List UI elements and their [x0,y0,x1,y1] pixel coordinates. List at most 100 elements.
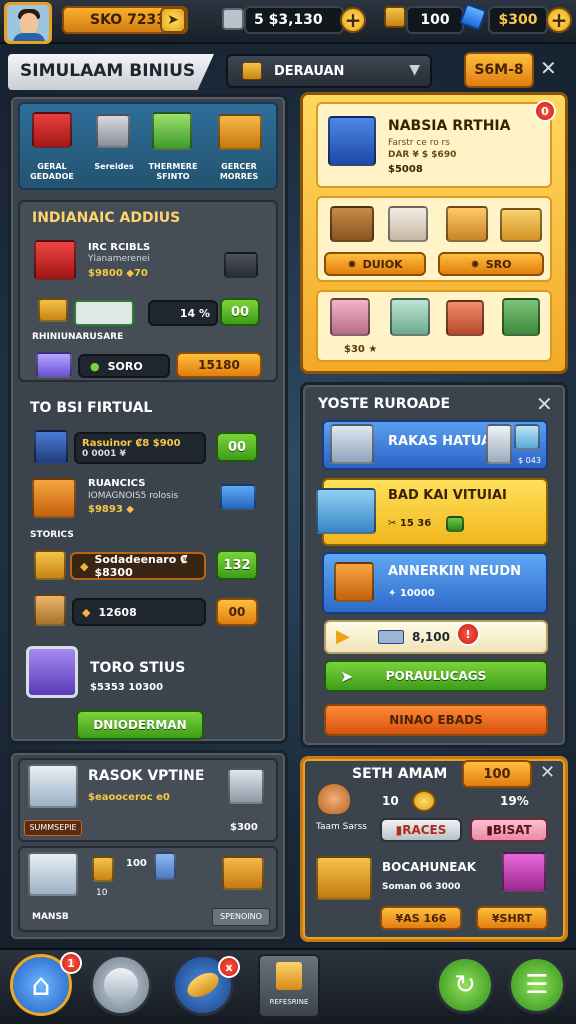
percent-value: 14 % [179,306,210,320]
card1-label: SUMMSEPIE [24,820,82,836]
alert-icon: ! [465,627,471,641]
cash-bundle-icon [74,300,134,326]
scanner-machine-icon [316,488,376,534]
offer-button-2[interactable]: ✸ SRO [438,252,544,276]
pink-chest-icon [502,852,546,892]
row1-button[interactable]: 00 [216,432,258,462]
currency-pill-2: 100 [406,6,464,34]
currency-arrow-icon[interactable]: ➤ [160,7,186,33]
seth-btn-a[interactable]: ▮ RACES [380,818,462,842]
seth-btn-c[interactable]: ¥ AS 166 [380,906,462,930]
item-1-label: GERAL GEDADOE [30,162,74,181]
store-tab-label: REFESRINE [269,998,309,1006]
dropdown-value: DERAUAN [274,63,345,79]
seth-title2: BOCAHUNEAK [382,860,477,874]
yoste-orange-button[interactable]: NINAO EBADS [324,704,548,736]
card-icon [378,630,404,644]
shop-line1: Farstr ce ro rs [388,138,450,148]
shop-line3: $5008 [388,164,423,175]
card1-value: $300 [230,822,258,833]
offer-button-1-label: DUIOK [362,257,403,271]
blue-server-icon [34,430,68,464]
toro-buy-button[interactable]: DNIODERMAN [76,710,204,740]
profile-button[interactable] [90,954,152,1016]
shop-badge-count: 0 [541,104,549,118]
offer-crate-3-icon[interactable] [446,206,488,242]
category-dropdown[interactable]: DERAUAN ▼ [226,54,432,88]
home-badge-count: 1 [67,956,75,970]
chevron-down-icon: ▼ [409,62,420,78]
gold-cart-icon [222,856,264,890]
item-red-chest-icon[interactable] [32,112,72,148]
gold-coin-icon [412,790,436,812]
row3-text: Sodadeenaro ₡ $8300 [94,553,188,579]
indiana-action-button[interactable]: 00 [220,298,260,326]
row4-text: 12608 [98,605,137,619]
seth-btn-d-icon: ¥ [491,911,500,925]
add-currency-3-button[interactable]: + [546,7,572,33]
chef-avatar-icon [104,968,138,1002]
shop-notification-badge[interactable]: 0 [534,100,556,122]
shop-footer: $30 ★ [344,344,378,355]
player-avatar[interactable] [4,2,52,44]
menu-button[interactable]: ☰ [508,956,566,1014]
seth-label1: Taam Sarss [316,822,367,832]
item-2-label: Sereides [94,162,134,171]
shop-title: NABSIA RRTHIA [388,118,511,134]
cart-crates-icon [28,764,78,808]
cake-box-icon[interactable] [330,298,370,336]
sethamam-title: SETH AMAM [352,766,448,782]
yoste-green-button[interactable]: ➤ PORAULUCAGS [324,660,548,692]
offer-crate-2-icon[interactable] [388,206,428,242]
red-gift-icon[interactable] [446,300,484,336]
row3-button-label: 132 [223,557,251,573]
row3-button[interactable]: 132 [216,550,258,580]
counter-badge[interactable]: S6M-8 [464,52,534,88]
item-cart-icon[interactable] [218,114,262,150]
cart-box-icon [28,852,78,896]
add-currency-1-button[interactable]: + [340,7,366,33]
seth-btn-a-label: RACES [402,823,447,837]
monitor-icon [514,424,540,450]
seth-btn-c-icon: ¥ [395,911,404,925]
blue-can-icon [154,852,176,880]
row4-button[interactable]: 00 [216,598,258,626]
close-icon[interactable]: ✕ [540,56,557,80]
home-badge: 1 [60,952,82,974]
gear-tag-icon: ✦ [388,588,400,599]
row4-alert-badge: ! [456,622,480,646]
offer-button-1[interactable]: ✸ DUIOK [324,252,426,276]
card2-button[interactable]: SPENOINO [212,908,270,926]
sethamam-close-icon[interactable]: ✕ [540,762,555,783]
row4-box-icon: ◆ [82,605,91,619]
coupon-badge: x [218,956,240,978]
offer-crate-4-icon[interactable] [500,208,542,242]
yoste-close-icon[interactable]: ✕ [536,392,553,416]
row2-price: 15 36 [399,518,432,529]
toro-crystal-icon [26,646,78,698]
home-icon: ⌂ [31,967,51,1003]
yoste-green-label: PORAULUCAGS [385,669,487,683]
small-crate-icon [92,856,114,882]
row2-sub: IOMAGNOIS5 rolosis [88,491,179,501]
bar-buy-button[interactable]: 15180 [176,352,262,378]
item-shelf-icon[interactable] [152,112,192,150]
store-tab[interactable]: REFESRINE [258,954,320,1018]
refresh-button[interactable]: ↻ [436,956,494,1014]
item-safe-icon[interactable] [96,114,130,148]
seth-btn-d[interactable]: ¥ SHRT [476,906,548,930]
currency-1-value: 5 $3,130 [254,12,323,28]
seth-btn-b[interactable]: ▮ BISAT [470,818,548,842]
play-arrow-icon: ▶ [336,626,350,647]
gold-box-icon [38,298,68,322]
dark-crate-icon [224,252,258,278]
offer-crate-1-icon[interactable] [330,206,374,242]
coupon-icon [183,967,223,1003]
row1-sub: 0 0001 ¥ [82,449,126,459]
item-sub: Ylanamerenei [88,254,150,264]
blue-wallet-icon [220,484,256,510]
green-book-icon[interactable] [502,298,540,336]
card2-value: 100 [126,858,147,869]
feature-blue-box-icon [328,116,376,166]
gift-box-icon[interactable] [390,298,430,336]
